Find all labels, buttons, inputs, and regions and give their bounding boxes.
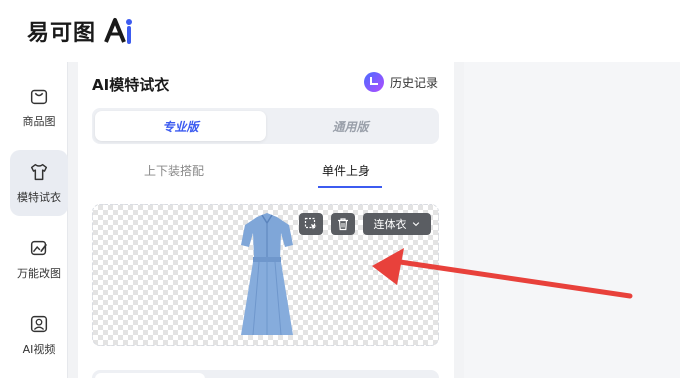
ai-logo-icon [104,18,133,44]
garment-upload-area[interactable]: 连体衣 [92,204,439,346]
tshirt-icon [30,163,48,181]
sidebar-item-model-tryon[interactable]: 模特试衣 [10,150,68,216]
app-logo[interactable]: 易可图 [27,16,134,46]
preview-area [464,62,680,378]
tryon-panel: AI模特试衣 历史记录 专业版 通用版 上下装搭配 单件上身 连体衣 [78,62,454,378]
sidebar: 商品图 模特试衣 万能改图 AI视频 [0,62,68,378]
mode-general-button[interactable]: 通用版 [265,111,436,141]
history-clock-icon [363,72,384,92]
sidebar-item-ai-video[interactable]: AI视频 [10,302,68,368]
sidebar-item-label: 模特试衣 [17,191,61,204]
edit-image-icon [30,240,47,256]
sidebar-item-edit-image[interactable]: 万能改图 [10,226,68,292]
tab-outfit-combo[interactable]: 上下装搭配 [144,162,204,179]
garment-category-label: 连体衣 [373,218,407,231]
chevron-down-icon [412,222,419,227]
mode-switch: 专业版 通用版 [92,108,439,144]
logo-text: 易可图 [27,21,97,46]
sidebar-item-label: 万能改图 [17,267,61,280]
sidebar-item-label: AI视频 [22,343,56,356]
history-button[interactable]: 历史记录 [363,72,438,92]
delete-button[interactable] [331,213,355,235]
tab-single-garment[interactable]: 单件上身 [322,162,370,179]
sidebar-item-product-image[interactable]: 商品图 [10,74,68,140]
trash-icon [338,218,348,231]
panel-divider [454,62,464,378]
video-icon [30,315,48,333]
sidebar-item-label: 商品图 [22,115,56,128]
history-label: 历史记录 [389,75,438,90]
garment-category-select[interactable]: 连体衣 [363,213,431,235]
cursor-select-icon [304,217,317,230]
shopping-bag-icon [30,89,48,105]
next-section-card [92,370,439,378]
select-area-button[interactable] [299,213,323,235]
mode-pro-button[interactable]: 专业版 [95,111,266,141]
dress-image [241,213,293,336]
active-tab-indicator [318,186,382,188]
top-bar: 易可图 [0,0,680,62]
garment-tabs: 上下装搭配 单件上身 [92,158,439,190]
panel-title: AI模特试衣 [92,76,170,94]
